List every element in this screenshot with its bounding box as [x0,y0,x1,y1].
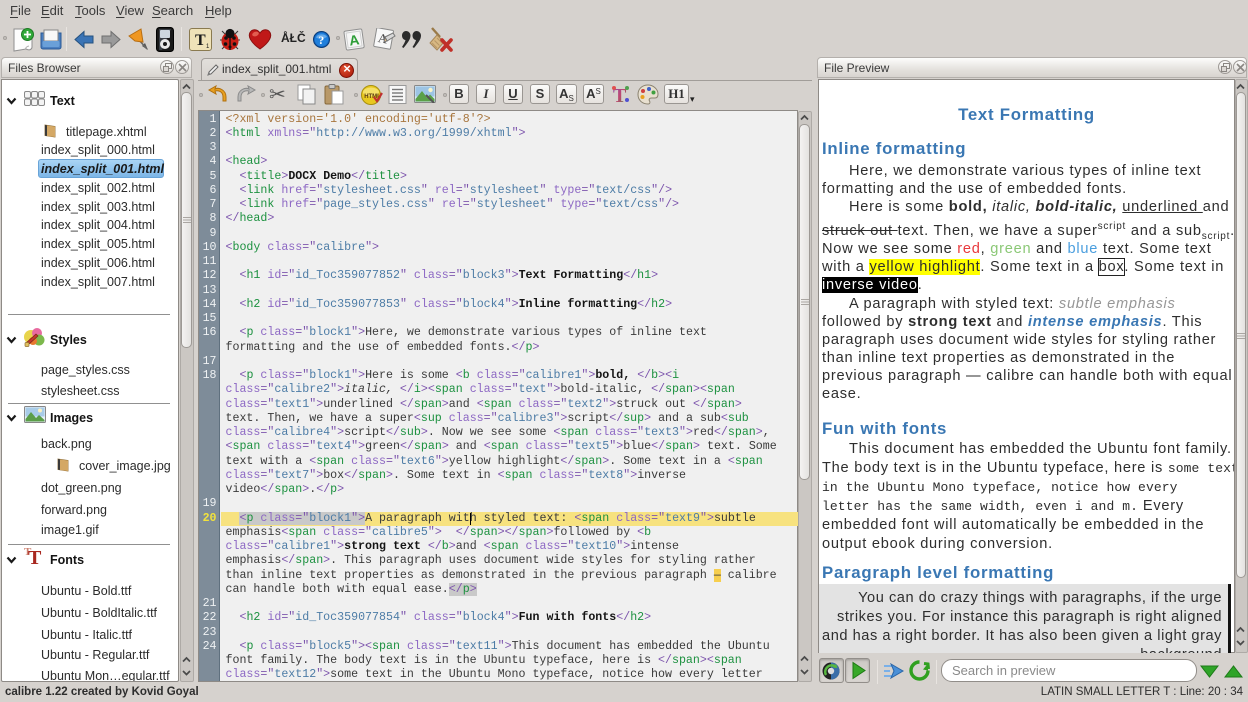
svg-text:T: T [28,547,42,567]
svg-text:T: T [195,32,206,49]
svg-text:?: ? [318,33,324,47]
